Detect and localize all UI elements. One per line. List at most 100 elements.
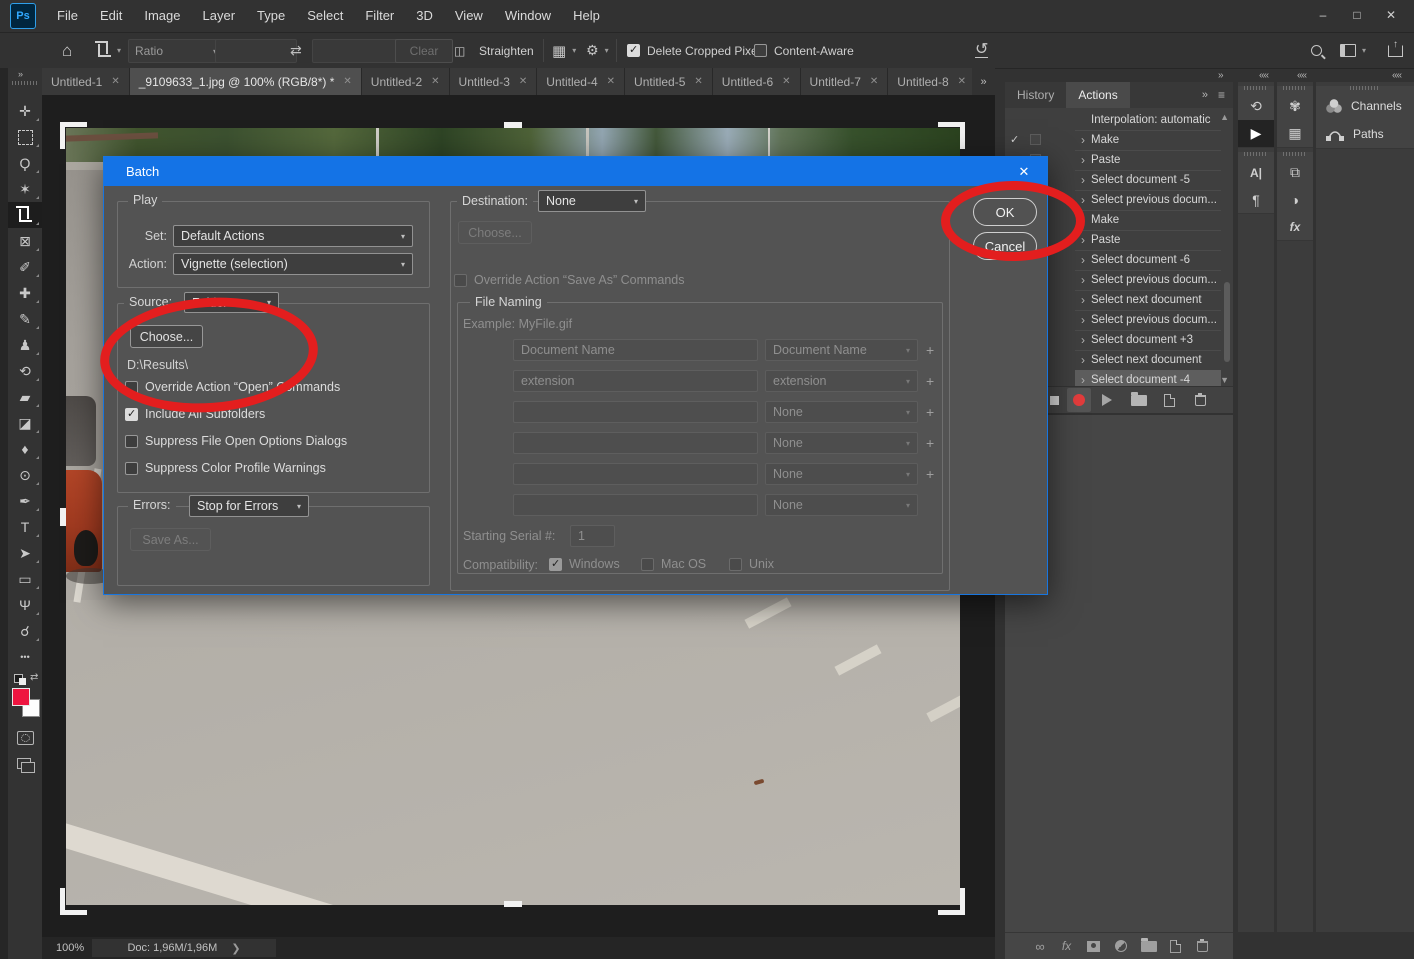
source-option-4[interactable]: Suppress Color Profile Warnings — [125, 461, 326, 475]
expand-chevron-icon[interactable]: › — [1075, 373, 1091, 387]
naming-select-4[interactable]: None▾ — [765, 432, 918, 454]
crop-ratio-select[interactable]: Ratio▾ — [128, 39, 224, 63]
tab-history[interactable]: History — [1005, 82, 1066, 108]
panel-expand-chevron-icon[interactable]: » — [1218, 70, 1223, 81]
scroll-down-icon[interactable]: ▼ — [1220, 375, 1229, 385]
expand-chevron-icon[interactable]: › — [1075, 153, 1091, 167]
naming-input-2[interactable]: extension — [513, 370, 758, 392]
source-checkbox-3[interactable] — [125, 435, 138, 448]
adjustments-panel-icon[interactable]: ◑ — [1277, 186, 1313, 213]
quick-selection-tool[interactable]: ✶ — [8, 176, 42, 202]
rectangle-tool[interactable]: ▭ — [8, 566, 42, 592]
menu-item-select[interactable]: Select — [296, 0, 354, 32]
expand-chevron-icon[interactable]: › — [1075, 273, 1091, 287]
scroll-up-icon[interactable]: ▲ — [1220, 112, 1229, 122]
delete-layer-trash-icon[interactable] — [1189, 941, 1215, 952]
expand-chevron-icon[interactable]: › — [1075, 293, 1091, 307]
dock-grip[interactable] — [1244, 86, 1268, 90]
document-tab-2[interactable]: _9109633_1.jpg @ 100% (RGB/8*) *✕ — [130, 68, 362, 95]
foreground-color-swatch[interactable] — [12, 688, 30, 706]
current-tool-crop-icon[interactable]: ▾ — [98, 33, 121, 68]
tab-close-icon[interactable]: ✕ — [343, 76, 351, 87]
override-save-as-option[interactable]: Override Action “Save As” Commands — [454, 273, 685, 287]
adjustment-layer-icon[interactable] — [1107, 940, 1135, 952]
layer-style-fx-icon[interactable]: fx — [1053, 939, 1080, 953]
crop-settings-gear-icon[interactable]: ⚙▾ — [586, 33, 609, 68]
content-aware-option[interactable]: Content-Aware — [754, 33, 854, 68]
rectangular-marquee-tool[interactable] — [8, 124, 42, 150]
menu-item-edit[interactable]: Edit — [89, 0, 133, 32]
dock-collapse-chevron-icon[interactable]: «« — [1297, 70, 1306, 81]
swatches-panel-icon[interactable]: ✾ — [1277, 93, 1313, 120]
add-naming-field-icon[interactable]: + — [926, 342, 934, 358]
delete-cropped-pixels-option[interactable]: Delete Cropped Pixels — [627, 33, 766, 68]
crop-tool[interactable] — [8, 202, 42, 228]
destination-select[interactable]: None▾ — [538, 190, 646, 212]
menu-item-filter[interactable]: Filter — [354, 0, 405, 32]
patterns-panel-icon[interactable]: ▦ — [1277, 120, 1313, 147]
action-item[interactable]: Interpolation: automatic — [1005, 110, 1233, 130]
menu-item-help[interactable]: Help — [562, 0, 611, 32]
paragraph-panel-icon[interactable]: ¶ — [1238, 186, 1274, 213]
dodge-tool[interactable]: ⊙ — [8, 462, 42, 488]
naming-select-3[interactable]: None▾ — [765, 401, 918, 423]
clear-button[interactable]: Clear — [395, 39, 453, 63]
brush-tool[interactable]: ✎ — [8, 306, 42, 332]
menu-item-layer[interactable]: Layer — [192, 0, 247, 32]
dock-collapse-chevron-icon[interactable]: «« — [1392, 70, 1401, 81]
menu-item-type[interactable]: Type — [246, 0, 296, 32]
home-icon[interactable]: ⌂ — [62, 33, 72, 68]
compatibility-checkbox[interactable] — [549, 558, 562, 571]
share-icon[interactable]: ↑ — [1388, 33, 1403, 68]
maximize-window-icon[interactable]: □ — [1340, 0, 1374, 30]
more-tools-icon[interactable]: ••• — [8, 644, 42, 670]
clone-stamp-tool[interactable]: ♟ — [8, 332, 42, 358]
tab-close-icon[interactable]: ✕ — [431, 76, 439, 87]
panel-collapse-chevron-icon[interactable]: » — [1202, 89, 1208, 101]
minimize-window-icon[interactable]: – — [1306, 0, 1340, 30]
straighten-label[interactable]: Straighten — [479, 33, 534, 68]
menu-item-file[interactable]: File — [46, 0, 89, 32]
tab-close-icon[interactable]: ✕ — [870, 76, 878, 87]
naming-input-1[interactable]: Document Name — [513, 339, 758, 361]
expand-chevron-icon[interactable]: › — [1075, 333, 1091, 347]
crop-handle-top-left[interactable] — [60, 122, 87, 149]
compatibility-option-mac-os[interactable]: Mac OS — [641, 557, 706, 571]
expand-chevron-icon[interactable]: › — [1075, 133, 1091, 147]
scrollbar-thumb[interactable] — [1224, 282, 1230, 362]
menu-item-3d[interactable]: 3D — [405, 0, 444, 32]
naming-input-5[interactable] — [513, 463, 758, 485]
menu-item-view[interactable]: View — [444, 0, 494, 32]
action-enabled-check-icon[interactable]: ✓ — [1010, 133, 1019, 146]
source-option-3[interactable]: Suppress File Open Options Dialogs — [125, 434, 347, 448]
menu-item-image[interactable]: Image — [133, 0, 191, 32]
document-tab-4[interactable]: Untitled-3✕ — [450, 68, 538, 95]
document-tab-1[interactable]: Untitled-1✕ — [42, 68, 130, 95]
add-naming-field-icon[interactable]: + — [926, 466, 934, 482]
delete-action-trash-icon[interactable] — [1185, 395, 1215, 406]
search-icon[interactable] — [1311, 33, 1322, 68]
action-select[interactable]: Vignette (selection)▾ — [173, 253, 413, 275]
character-panel-icon[interactable]: A| — [1238, 159, 1274, 186]
tab-close-icon[interactable]: ✕ — [694, 76, 702, 87]
spot-healing-brush-tool[interactable]: ✚ — [8, 280, 42, 306]
document-tab-3[interactable]: Untitled-2✕ — [362, 68, 450, 95]
tab-close-icon[interactable]: ✕ — [111, 76, 119, 87]
source-checkbox-4[interactable] — [125, 462, 138, 475]
compatibility-option-unix[interactable]: Unix — [729, 557, 774, 571]
document-tab-9[interactable]: Untitled-8✕ — [888, 68, 972, 95]
set-select[interactable]: Default Actions▾ — [173, 225, 413, 247]
play-action-icon[interactable] — [1091, 394, 1123, 406]
crop-handle-top-right[interactable] — [938, 122, 965, 149]
crop-overlay-grid-icon[interactable]: ▦▾ — [552, 33, 576, 68]
zoom-tool[interactable]: ☌ — [8, 618, 42, 644]
gradient-tool[interactable]: ◪ — [8, 410, 42, 436]
action-dialog-toggle-checkbox[interactable] — [1030, 134, 1041, 145]
eyedropper-tool[interactable]: ✐ — [8, 254, 42, 280]
crop-handle-top-center[interactable] — [504, 122, 522, 128]
dock-collapse-chevron-icon[interactable]: «« — [1259, 70, 1268, 81]
action-item[interactable]: ✓›Make — [1005, 130, 1233, 150]
new-action-set-folder-icon[interactable] — [1123, 395, 1154, 406]
libraries-panel-icon[interactable]: ⧉ — [1277, 159, 1313, 186]
move-tool[interactable]: ✛ — [8, 98, 42, 124]
